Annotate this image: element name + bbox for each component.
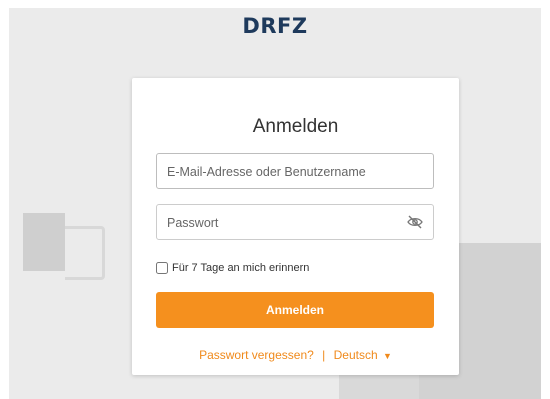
eye-slash-icon[interactable]: [407, 215, 423, 229]
email-field-container: [156, 153, 434, 190]
forgot-password-link[interactable]: Passwort vergessen?: [199, 348, 314, 362]
login-footer: Passwort vergessen? | Deutsch ▼: [132, 348, 459, 362]
language-label: Deutsch: [333, 348, 378, 362]
password-field-container: [156, 204, 434, 241]
email-field[interactable]: [165, 154, 405, 190]
footer-separator: |: [322, 348, 326, 362]
password-field[interactable]: [165, 205, 405, 241]
background-decor-buckle: [23, 213, 65, 271]
login-title: Anmelden: [252, 116, 339, 137]
remember-me-checkbox[interactable]: [156, 262, 168, 274]
login-button[interactable]: Anmelden: [156, 292, 434, 328]
brand-logo-text: DRFZ: [242, 14, 308, 38]
language-selector[interactable]: Deutsch ▼: [334, 348, 392, 362]
background-decor-buckle-frame: [65, 226, 105, 280]
remember-me[interactable]: Für 7 Tage an mich erinnern: [156, 260, 309, 276]
login-card: Anmelden Für 7 Tage an mich erinnern Anm…: [132, 78, 459, 375]
caret-down-icon: ▼: [383, 351, 392, 361]
remember-me-label: Für 7 Tage an mich erinnern: [172, 262, 310, 274]
brand-logo: DRFZ: [0, 14, 550, 38]
